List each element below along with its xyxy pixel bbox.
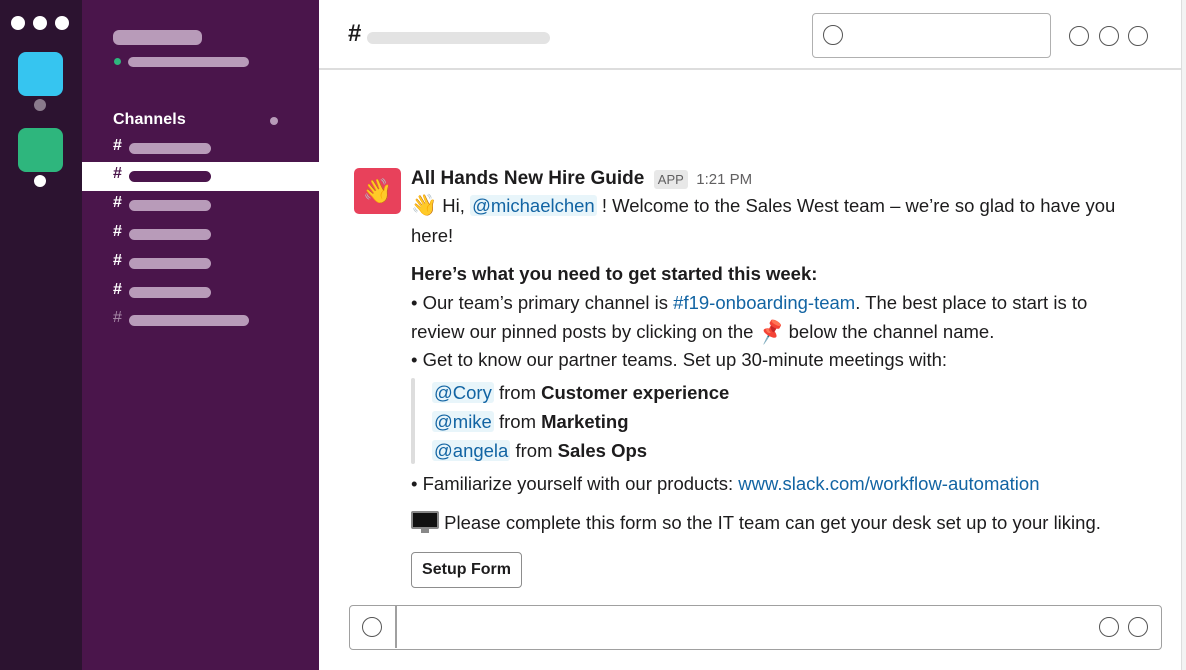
channel-name-placeholder: [129, 171, 211, 182]
channel-title-placeholder[interactable]: [367, 32, 550, 44]
greeting-text: Hi,: [442, 195, 465, 216]
sidebar-channel-item[interactable]: #: [82, 191, 319, 220]
bullet-1-text-2: review our pinned posts by clicking on t…: [411, 321, 754, 342]
header-action-icon-2[interactable]: [1099, 26, 1119, 46]
hash-icon: #: [113, 223, 122, 240]
channel-name-placeholder: [129, 287, 211, 298]
attach-icon[interactable]: [362, 617, 382, 637]
channel-sidebar: Channels # # # # # # #: [82, 0, 319, 670]
sidebar-channel-item[interactable]: #: [82, 306, 319, 335]
contact-line: @Cory from Customer experience: [432, 381, 729, 405]
contact-line: @angela from Sales Ops: [432, 439, 647, 463]
workspace-2-status-dot: [34, 175, 46, 187]
user-mention[interactable]: @michaelchen: [470, 195, 597, 216]
channel-link[interactable]: #f19-onboarding-team: [673, 292, 855, 313]
sidebar-channel-item[interactable]: #: [82, 134, 319, 163]
bullet-1-line-2: review our pinned posts by clicking on t…: [411, 318, 995, 346]
channel-name-placeholder: [129, 258, 211, 269]
channel-name-placeholder: [129, 229, 211, 240]
message-line-greeting-cont: here!: [411, 225, 454, 246]
bullet-1-text: • Our team’s primary channel is: [411, 292, 674, 313]
sidebar-channel-item-active[interactable]: #: [82, 162, 319, 191]
workspace-1-status-dot: [34, 99, 46, 111]
bullet-1-text-3: below the channel name.: [788, 321, 995, 342]
bullet-1-line-1: • Our team’s primary channel is #f19-onb…: [411, 291, 1087, 315]
hash-icon: #: [113, 281, 122, 298]
channel-hash-icon: #: [348, 20, 362, 47]
bullet-3-text: • Familiarize yourself with our products…: [411, 473, 734, 494]
workspace-icon-1[interactable]: [18, 52, 63, 96]
contact-team: Customer experience: [541, 382, 730, 403]
channel-header: #: [319, 0, 1181, 70]
sidebar-channel-item[interactable]: #: [82, 220, 319, 249]
message-header: All Hands New Hire Guide APP 1:21 PM: [411, 168, 752, 192]
bullet-2: • Get to know our partner teams. Set up …: [411, 349, 948, 370]
contact-from: from: [498, 411, 536, 432]
app-avatar[interactable]: 👋: [354, 168, 401, 214]
contact-team: Sales Ops: [557, 440, 648, 461]
hash-icon: #: [113, 309, 122, 326]
scroll-gutter[interactable]: [1181, 0, 1186, 670]
hash-icon: #: [113, 252, 122, 269]
header-action-icon-1[interactable]: [1069, 26, 1089, 46]
header-action-icon-3[interactable]: [1128, 26, 1148, 46]
app-badge: APP: [653, 169, 688, 189]
pushpin-emoji-icon: 📌: [756, 318, 786, 346]
search-icon: [823, 25, 843, 45]
hash-icon: #: [113, 165, 122, 182]
composer-action-icon-1[interactable]: [1099, 617, 1119, 637]
message-timestamp[interactable]: 1:21 PM: [696, 171, 752, 188]
form-text: Please complete this form so the IT team…: [444, 512, 1101, 533]
computer-emoji-icon: [411, 511, 439, 533]
channel-name-placeholder: [129, 143, 211, 154]
contact-team: Marketing: [541, 411, 629, 432]
channel-name-placeholder: [129, 315, 249, 326]
product-link[interactable]: www.slack.com/workflow-automation: [738, 473, 1039, 494]
contact-line: @mike from Marketing: [432, 410, 629, 434]
blockquote-bar: [411, 378, 415, 464]
workspace-icon-2[interactable]: [18, 128, 63, 172]
channels-options-icon[interactable]: [270, 117, 278, 125]
bullet-1-text-cont: . The best place to start is to: [855, 292, 1088, 313]
window-minimize-dot[interactable]: [33, 16, 47, 30]
channels-heading[interactable]: Channels: [113, 111, 186, 129]
window-zoom-dot[interactable]: [55, 16, 69, 30]
user-name-placeholder: [128, 57, 249, 67]
hash-icon: #: [113, 194, 122, 211]
setup-form-button[interactable]: Setup Form: [411, 552, 522, 588]
welcome-text: ! Welcome to the Sales West team – we’re…: [601, 195, 1116, 216]
workspace-rail: [0, 0, 82, 670]
hash-icon: #: [113, 137, 122, 154]
message-line-greeting: 👋 Hi, @michaelchen ! Welcome to the Sale…: [411, 194, 1115, 218]
contact-from: from: [515, 440, 553, 461]
message-heading: Here’s what you need to get started this…: [411, 263, 818, 284]
user-mention[interactable]: @Cory: [432, 382, 494, 403]
user-mention[interactable]: @mike: [432, 411, 494, 432]
wave-emoji-icon: 👋: [411, 194, 438, 217]
message-composer[interactable]: [349, 605, 1162, 650]
user-mention[interactable]: @angela: [432, 440, 511, 461]
wave-emoji-icon: 👋: [362, 177, 393, 205]
workspace-name-placeholder[interactable]: [113, 30, 202, 45]
composer-action-icon-2[interactable]: [1128, 617, 1148, 637]
presence-dot: [114, 58, 121, 65]
form-line: Please complete this form so the IT team…: [411, 511, 1101, 535]
bullet-3: • Familiarize yourself with our products…: [411, 472, 1040, 496]
channel-name-placeholder: [129, 200, 211, 211]
search-input[interactable]: [812, 13, 1051, 58]
window-close-dot[interactable]: [11, 16, 25, 30]
composer-divider: [395, 606, 397, 648]
sidebar-channel-item[interactable]: #: [82, 249, 319, 278]
sidebar-channel-item[interactable]: #: [82, 278, 319, 307]
contact-from: from: [498, 382, 536, 403]
sender-name[interactable]: All Hands New Hire Guide: [411, 168, 644, 189]
